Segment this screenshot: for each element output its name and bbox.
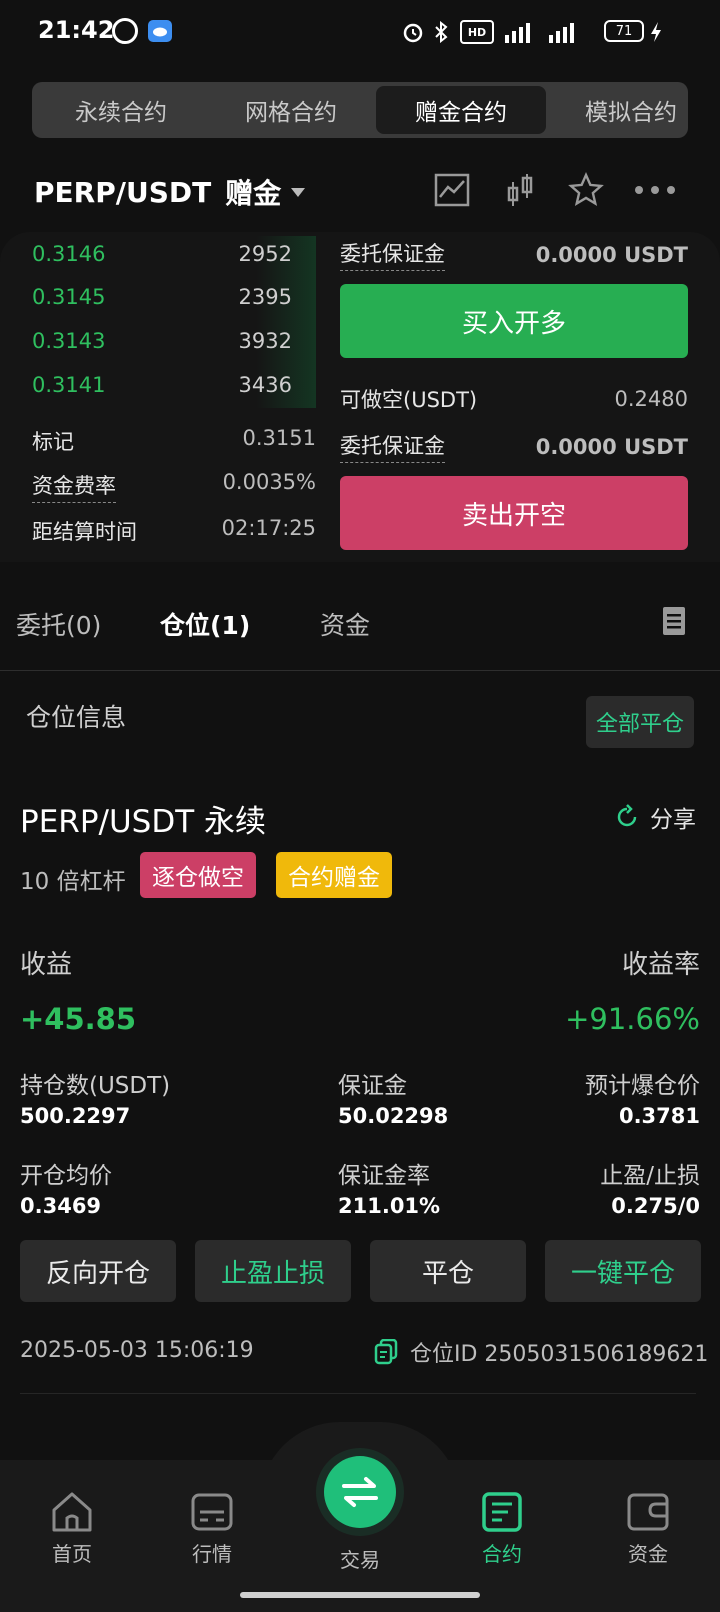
- nav-assets[interactable]: 资金: [598, 1490, 698, 1567]
- margin-mode-badge: 逐仓做空: [140, 852, 256, 898]
- tab-perpetual[interactable]: 永续合约: [36, 86, 206, 134]
- entry-price-value: 0.3469: [20, 1194, 102, 1218]
- nav-market[interactable]: 行情: [162, 1490, 262, 1567]
- tpsl-value: 0.275/0: [611, 1194, 700, 1218]
- nav-home[interactable]: 首页: [22, 1490, 122, 1567]
- home-indicator: [240, 1592, 480, 1598]
- tpsl-label: 止盈/止损: [600, 1163, 700, 1189]
- pnl-label: 收益: [20, 950, 73, 980]
- signal-5g-2-icon: [540, 20, 578, 44]
- tab-orders[interactable]: 委托(0): [16, 606, 101, 642]
- leverage-label: 10 倍杠杆: [20, 869, 126, 895]
- nav-trade-label: 交易: [340, 1548, 380, 1572]
- tab-grid[interactable]: 网格合约: [206, 86, 376, 134]
- caret-down-icon: [291, 187, 306, 197]
- contract-name: PERP/USDT 永续: [20, 804, 266, 840]
- section-title: 仓位信息: [26, 703, 127, 732]
- bluetooth-icon: [432, 20, 450, 44]
- margin-rate-label: 保证金率: [338, 1163, 430, 1189]
- contract-icon: [482, 1492, 522, 1532]
- bonus-badge: 合约赠金: [276, 852, 392, 898]
- home-icon: [52, 1492, 92, 1532]
- margin-value: 50.02298: [338, 1104, 449, 1128]
- close-all-button[interactable]: 全部平仓: [586, 696, 694, 748]
- swap-icon: [342, 1477, 378, 1507]
- settlement-time-row: 距结算时间 02:17:25: [32, 516, 316, 544]
- pair-selector[interactable]: PERP/USDT 赠金: [34, 172, 306, 212]
- nav-trade[interactable]: [324, 1456, 396, 1528]
- signal-5g-icon: [502, 20, 534, 44]
- copy-icon: [374, 1339, 398, 1365]
- more-icon[interactable]: [632, 170, 678, 210]
- wallet-icon: [627, 1493, 669, 1531]
- status-time: 21:42: [38, 16, 115, 44]
- order-margin-row-2: 委托保证金 0.0000 USDT: [340, 430, 688, 463]
- orderbook-row[interactable]: 0.3141 3436: [32, 373, 292, 397]
- share-button[interactable]: 分享: [614, 800, 696, 834]
- close-position-button[interactable]: 平仓: [370, 1240, 526, 1302]
- size-label: 持仓数(USDT): [20, 1073, 171, 1099]
- tab-demo[interactable]: 模拟合约: [546, 86, 688, 134]
- card-divider: [20, 1393, 696, 1394]
- roe-value: +91.66%: [565, 1002, 700, 1036]
- position-timestamp: 2025-05-03 15:06:19: [20, 1338, 254, 1363]
- liq-price-value: 0.3781: [618, 1104, 700, 1128]
- chart-icon[interactable]: [432, 170, 472, 210]
- tab-assets[interactable]: 资金: [320, 606, 370, 642]
- tab-bonus[interactable]: 赠金合约: [376, 86, 546, 134]
- market-icon: [191, 1493, 233, 1531]
- charging-icon: [648, 20, 664, 44]
- battery-icon: 71: [604, 20, 644, 42]
- roe-label: 收益率: [621, 950, 700, 980]
- sell-short-button[interactable]: 卖出开空: [340, 476, 688, 550]
- pnl-value: +45.85: [20, 1002, 137, 1036]
- document-icon[interactable]: [662, 606, 686, 636]
- orderbook-row[interactable]: 0.3145 2395: [32, 285, 292, 309]
- star-icon[interactable]: [566, 170, 606, 210]
- short-available-row: 可做空(USDT) 0.2480: [340, 387, 688, 412]
- buy-long-button[interactable]: 买入开多: [340, 284, 688, 358]
- app-notification-icon: [112, 18, 138, 44]
- order-margin-row: 委托保证金 0.0000 USDT: [340, 238, 688, 271]
- pair-symbol: PERP/USDT: [34, 175, 212, 209]
- mark-price-row: 标记 0.3151: [32, 426, 316, 454]
- tab-positions[interactable]: 仓位(1): [160, 606, 250, 642]
- liq-price-label: 预计爆仓价: [585, 1073, 700, 1099]
- size-value: 500.2297: [20, 1104, 131, 1128]
- pair-tag: 赠金: [225, 177, 282, 210]
- margin-rate-value: 211.01%: [338, 1194, 441, 1218]
- contract-type-tabs: 永续合约 网格合约 赠金合约 模拟合约: [32, 82, 688, 138]
- weather-icon: [148, 20, 172, 42]
- margin-label: 保证金: [338, 1073, 407, 1099]
- funding-rate-row[interactable]: 资金费率 0.0035%: [32, 470, 316, 503]
- orderbook-row[interactable]: 0.3146 2952: [32, 242, 292, 266]
- entry-price-label: 开仓均价: [20, 1163, 112, 1189]
- tab-divider: [0, 670, 720, 671]
- one-click-close-button[interactable]: 一键平仓: [545, 1240, 701, 1302]
- nav-contract[interactable]: 合约: [452, 1490, 552, 1567]
- reverse-position-button[interactable]: 反向开仓: [20, 1240, 176, 1302]
- share-icon: [617, 804, 637, 827]
- candlestick-icon[interactable]: [500, 170, 540, 210]
- hd-icon: HD: [460, 20, 494, 44]
- tpsl-button[interactable]: 止盈止损: [195, 1240, 351, 1302]
- orderbook-row[interactable]: 0.3143 3932: [32, 329, 292, 353]
- position-id[interactable]: 仓位ID 2505031506189621: [374, 1336, 708, 1368]
- alarm-icon: [400, 20, 426, 44]
